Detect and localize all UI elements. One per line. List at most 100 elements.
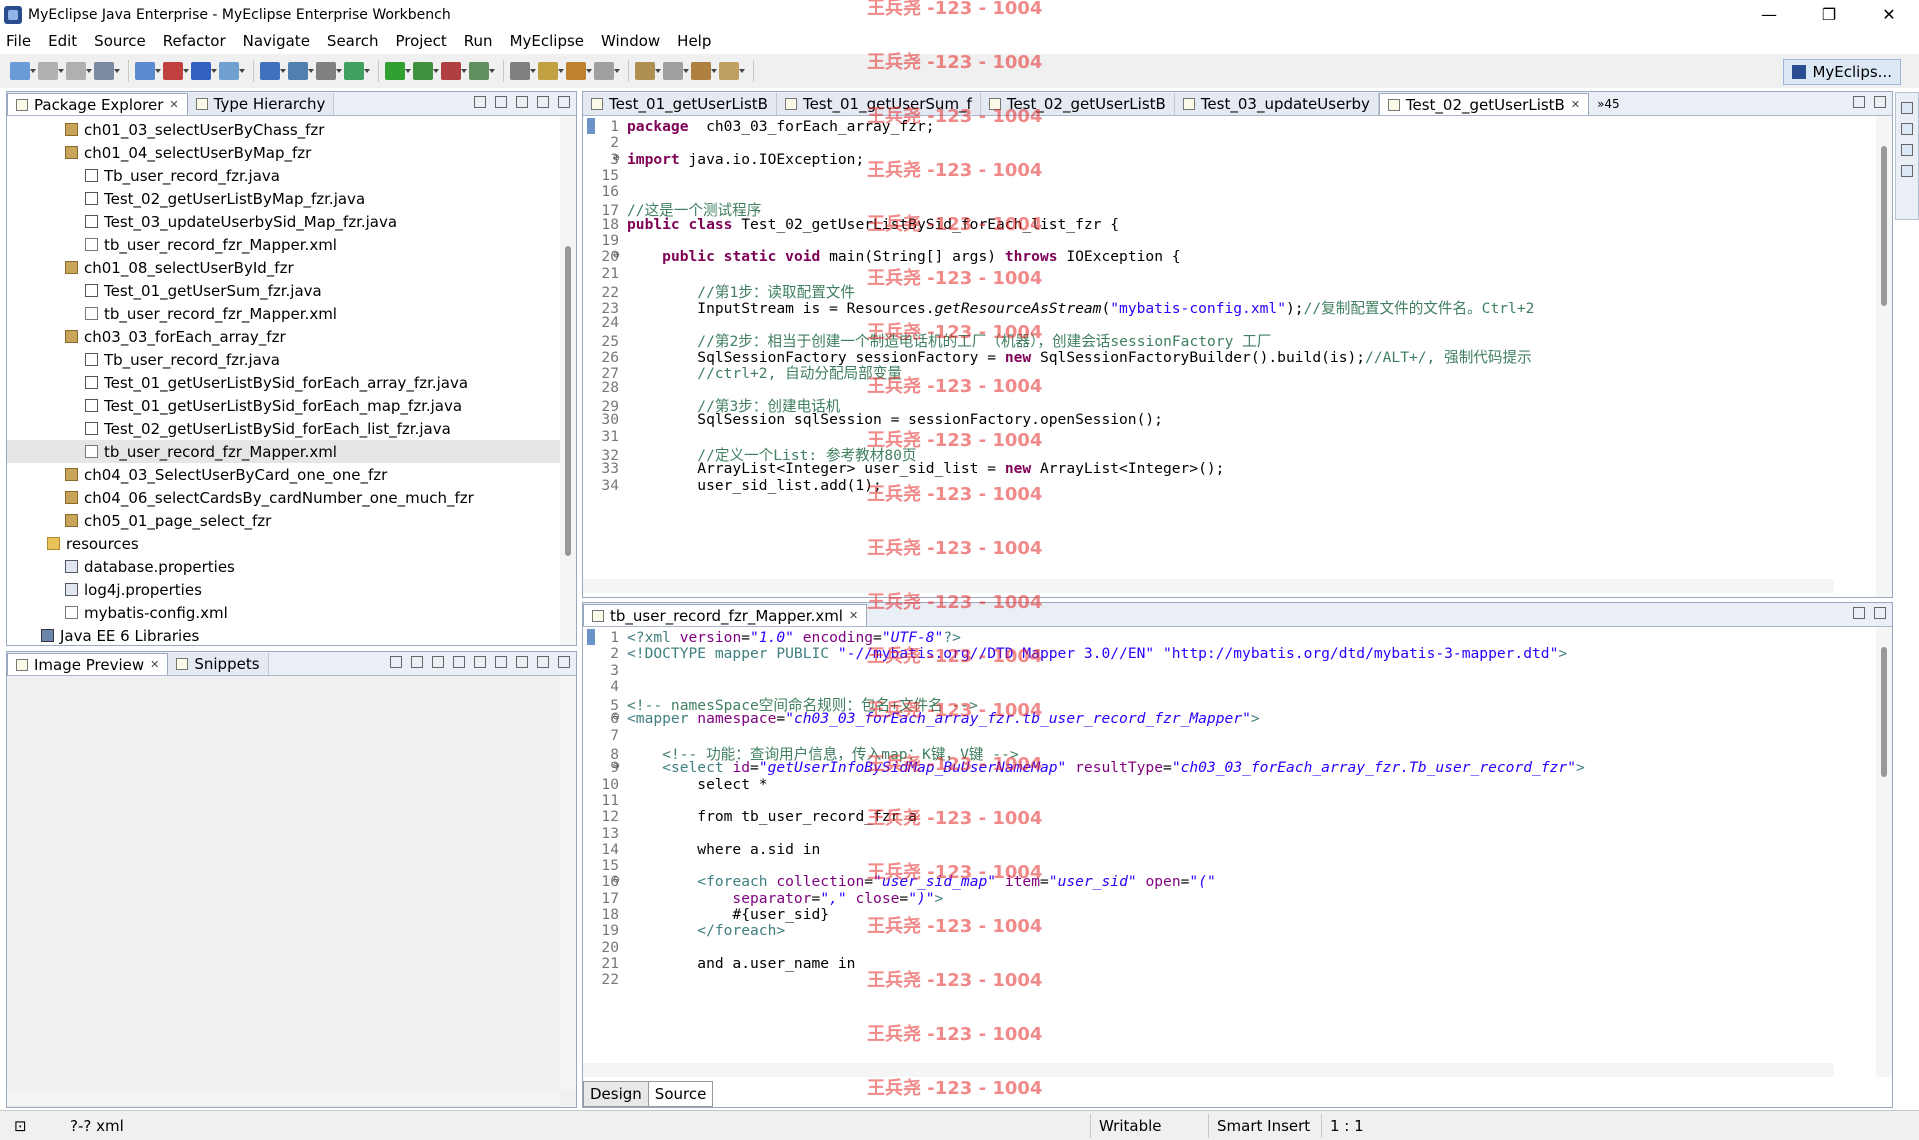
tree-item[interactable]: log4j.properties: [7, 578, 576, 601]
tree-item[interactable]: Test_02_getUserListBySid_forEach_list_fz…: [7, 417, 576, 440]
menu-search[interactable]: Search: [327, 32, 379, 50]
servers-icon[interactable]: [1901, 165, 1913, 177]
maximize-view-icon[interactable]: [558, 96, 570, 108]
close-icon[interactable]: ✕: [169, 98, 178, 111]
xml-code-line[interactable]: 7: [583, 727, 1834, 744]
zoom-fit-icon[interactable]: [411, 656, 423, 668]
java-code-line[interactable]: 29 //第3步：创建电话机: [583, 395, 1834, 415]
debug-icon[interactable]: [316, 62, 342, 80]
tree-item[interactable]: tb_user_record_fzr_Mapper.xml: [7, 440, 576, 463]
tab-type-hierarchy[interactable]: Type Hierarchy: [187, 93, 335, 115]
maximize-view-icon[interactable]: [558, 656, 570, 668]
xml-code-line[interactable]: 18 #{user_sid}: [583, 906, 1834, 923]
java-code-line[interactable]: 32 //定义一个List: 参考教材80页: [583, 444, 1834, 464]
menu-run[interactable]: Run: [464, 32, 493, 50]
java-code-line[interactable]: 21: [583, 265, 1834, 282]
build-icon[interactable]: [191, 62, 217, 80]
perspective-switcher[interactable]: MyEclips...: [1783, 59, 1901, 85]
open-perspective-icon[interactable]: [510, 62, 536, 80]
save-icon[interactable]: [38, 62, 64, 80]
xml-code-line[interactable]: 12 from tb_user_record_fzr a: [583, 808, 1834, 825]
problems-icon[interactable]: [1901, 144, 1913, 156]
tree-item[interactable]: tb_user_record_fzr_Mapper.xml: [7, 233, 576, 256]
link-editor-icon[interactable]: [495, 96, 507, 108]
xml-code-line[interactable]: 5 <!-- namesSpace空间命名规则：包名+文件名 -->: [583, 694, 1834, 714]
maximize-view-icon[interactable]: [1874, 96, 1886, 108]
tree-item[interactable]: Test_02_getUserListByMap_fzr.java: [7, 187, 576, 210]
refresh-icon[interactable]: [390, 656, 402, 668]
stop-icon[interactable]: [441, 62, 467, 80]
tab-xml-mapper[interactable]: tb_user_record_fzr_Mapper.xml ✕: [583, 604, 868, 626]
fold-toggle-icon[interactable]: ⊕: [613, 151, 620, 164]
actual-size-icon[interactable]: [474, 656, 486, 668]
xml-code-area[interactable]: 1 <?xml version="1.0" encoding="UTF-8"?> 2…: [583, 629, 1834, 1063]
java-code-line[interactable]: 23 InputStream is = Resources.getResourc…: [583, 297, 1834, 317]
tab-snippets[interactable]: Snippets: [168, 653, 269, 675]
print-icon[interactable]: [94, 62, 120, 80]
image-preview-hscroll[interactable]: [7, 1091, 560, 1105]
tree-item[interactable]: resources: [7, 532, 576, 555]
maximize-button[interactable]: ❐: [1799, 0, 1859, 30]
xml-code-line[interactable]: 9 ⊖ <select id="getUserInfoBySidMap_BuUse…: [583, 759, 1834, 776]
outline-icon[interactable]: [1901, 102, 1913, 114]
tree-item[interactable]: ch01_04_selectUserByMap_fzr: [7, 141, 576, 164]
close-icon[interactable]: ✕: [849, 609, 858, 622]
java-code-line[interactable]: 17//这是一个测试程序: [583, 199, 1834, 219]
tab-image-preview[interactable]: Image Preview ✕: [7, 653, 169, 675]
deploy-icon[interactable]: [163, 62, 189, 80]
java-code-line[interactable]: 24: [583, 314, 1834, 331]
menu-file[interactable]: File: [6, 32, 31, 50]
java-code-line[interactable]: 30 SqlSession sqlSession = sessionFactor…: [583, 411, 1834, 428]
tree-item[interactable]: mybatis-config.xml: [7, 601, 576, 624]
profile-icon[interactable]: [385, 62, 411, 80]
tree-item[interactable]: ch05_01_page_select_fzr: [7, 509, 576, 532]
xml-code-line[interactable]: 6 ⊖ <mapper namespace="ch03_03_forEach_arr…: [583, 710, 1834, 727]
java-editor-vscroll[interactable]: [1876, 116, 1892, 597]
save-all-icon[interactable]: [66, 62, 92, 80]
new-server-icon[interactable]: [135, 62, 161, 80]
tree-item[interactable]: Test_01_getUserSum_fzr.java: [7, 279, 576, 302]
fold-toggle-icon[interactable]: ⊖: [613, 710, 620, 723]
tab-design[interactable]: Design: [583, 1081, 649, 1107]
back-icon[interactable]: [635, 62, 661, 80]
open-type-icon[interactable]: [219, 62, 245, 80]
java-editor-hscroll[interactable]: [583, 579, 1834, 593]
package-explorer-scrollbar[interactable]: [560, 116, 576, 645]
xml-code-line[interactable]: 19 </foreach>: [583, 922, 1834, 939]
xml-code-line[interactable]: 1 <?xml version="1.0" encoding="UTF-8"?>: [583, 629, 1834, 646]
last-edit-icon[interactable]: [691, 62, 717, 80]
new-icon[interactable]: [10, 62, 36, 80]
editor-tab[interactable]: Test_02_getUserListB ✕: [1378, 93, 1590, 115]
menu-help[interactable]: Help: [677, 32, 711, 50]
image-preview-vscroll[interactable]: [560, 676, 576, 1089]
next-annotation-icon[interactable]: [566, 62, 592, 80]
menu-myeclipse[interactable]: MyEclipse: [510, 32, 584, 50]
java-code-line[interactable]: 1 package ch03_03_forEach_array_fzr;: [583, 118, 1834, 135]
xml-code-line[interactable]: 2 <!DOCTYPE mapper PUBLIC "-//mybatis.org…: [583, 645, 1834, 662]
run-icon[interactable]: [344, 62, 370, 80]
editor-tab[interactable]: Test_01_getUserListB: [583, 93, 777, 115]
tree-item[interactable]: Test_01_getUserListBySid_forEach_map_fzr…: [7, 394, 576, 417]
tab-package-explorer[interactable]: Package Explorer ✕: [7, 93, 188, 115]
xml-code-line[interactable]: 14 where a.sid in: [583, 841, 1834, 858]
open-task-icon[interactable]: [469, 62, 495, 80]
xml-editor-hscroll[interactable]: [583, 1063, 1834, 1077]
menu-navigate[interactable]: Navigate: [243, 32, 310, 50]
close-button[interactable]: ✕: [1859, 0, 1919, 30]
search-icon[interactable]: [260, 62, 286, 80]
menu-refactor[interactable]: Refactor: [163, 32, 226, 50]
xml-code-line[interactable]: 17 separator="," close=")">: [583, 890, 1834, 907]
tab-source[interactable]: Source: [648, 1081, 714, 1107]
run-last-icon[interactable]: [413, 62, 439, 80]
editor-tab[interactable]: Test_02_getUserListB: [980, 93, 1175, 115]
xml-code-line[interactable]: 8 <!-- 功能：查询用户信息，传入map：K键，V键 -->: [583, 743, 1834, 763]
minimize-view-icon[interactable]: [1853, 96, 1865, 108]
java-code-line[interactable]: 25 //第2步：相当于创建一个制造电话机的工厂（机器），创建会话session…: [583, 330, 1834, 350]
fold-toggle-icon[interactable]: ⊖: [613, 873, 620, 886]
view-menu-icon[interactable]: [516, 96, 528, 108]
minimize-view-icon[interactable]: [537, 96, 549, 108]
tree-item[interactable]: ch04_03_SelectUserByCard_one_one_fzr: [7, 463, 576, 486]
editor-tab[interactable]: Test_01_getUserSum_f: [776, 93, 981, 115]
xml-code-line[interactable]: 4: [583, 678, 1834, 695]
tree-item[interactable]: Tb_user_record_fzr.java: [7, 348, 576, 371]
